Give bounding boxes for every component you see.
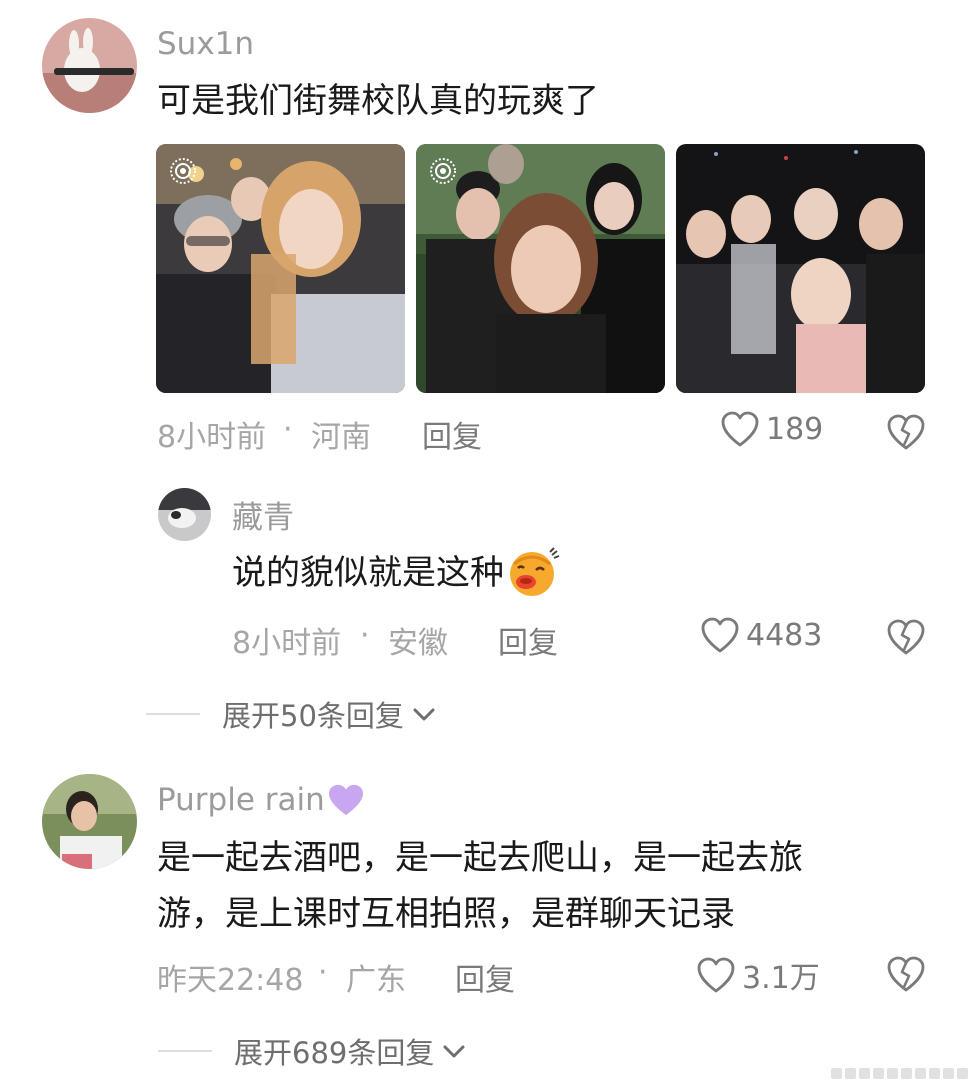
heart-outline-icon (701, 617, 739, 653)
purple-heart-icon (328, 784, 363, 816)
like-button[interactable]: 4483 (700, 616, 822, 654)
comment-time: 昨天22:48 (157, 963, 304, 998)
comment-photo-3[interactable] (676, 144, 925, 393)
expand-label: 展开689条回复 (234, 1036, 435, 1070)
username-text: Purple rain (157, 782, 325, 818)
live-photo-icon (428, 156, 458, 186)
avatar-image (158, 488, 211, 541)
kissing-face-emoji (510, 547, 560, 596)
expand-label: 展开50条回复 (222, 699, 404, 733)
watermark (831, 1068, 968, 1079)
avatar-sux1n[interactable] (42, 18, 137, 113)
reply-button[interactable]: 回复 (455, 955, 515, 999)
avatar-image (42, 18, 137, 113)
reply-time: 8小时前 (232, 626, 342, 661)
broken-heart-icon (887, 956, 925, 992)
live-photo-icon (168, 156, 198, 186)
like-count: 3.1万 (742, 961, 820, 996)
avatar-zangqing[interactable] (158, 488, 211, 541)
broken-heart-icon (887, 619, 925, 655)
meta-separator: · (360, 618, 370, 653)
like-button[interactable]: 189 (720, 410, 823, 448)
broken-heart-icon (887, 414, 925, 450)
dislike-button[interactable] (886, 413, 926, 455)
expand-divider (146, 713, 200, 715)
comment-text-line-1: 是一起去酒吧，是一起去爬山，是一起去旅 (157, 838, 803, 878)
reply-location: 安徽 (388, 626, 448, 661)
comment-photo-2[interactable] (416, 144, 665, 393)
comment-username[interactable]: Purple rain (157, 782, 365, 818)
reply-text-body: 说的貌似就是这种 (232, 553, 504, 593)
reply-button[interactable]: 回复 (422, 412, 482, 456)
like-count: 4483 (746, 617, 823, 653)
comment-text-line-2: 游，是上课时互相拍照，是群聊天记录 (157, 894, 735, 934)
expand-replies-button[interactable]: 展开50条回复 (146, 693, 438, 735)
chevron-down-icon (413, 708, 435, 721)
comment-location: 河南 (311, 420, 371, 455)
comment-photo-1[interactable] (156, 144, 405, 393)
dislike-button[interactable] (886, 618, 926, 660)
chevron-down-icon (443, 1045, 465, 1058)
comment-username[interactable]: Sux1n (157, 26, 254, 62)
reply-text: 说的貌似就是这种 (232, 544, 560, 602)
like-button[interactable]: 3.1万 (696, 953, 820, 997)
comment-time: 8小时前 (157, 420, 267, 455)
comment-location: 广东 (346, 963, 406, 998)
meta-separator: · (318, 955, 328, 990)
like-count: 189 (766, 411, 824, 447)
dislike-button[interactable] (886, 955, 926, 997)
expand-divider (158, 1050, 212, 1052)
reply-username[interactable]: 藏青 (232, 492, 294, 537)
photo-night-group (676, 144, 925, 393)
meta-separator: · (283, 412, 293, 447)
avatar-image (42, 774, 137, 869)
expand-replies-button[interactable]: 展开689条回复 (158, 1030, 468, 1072)
heart-outline-icon (721, 411, 759, 447)
avatar-purple-rain[interactable] (42, 774, 137, 869)
reply-button[interactable]: 回复 (498, 618, 558, 662)
heart-outline-icon (697, 957, 735, 993)
comment-text: 可是我们街舞校队真的玩爽了 (157, 81, 599, 121)
